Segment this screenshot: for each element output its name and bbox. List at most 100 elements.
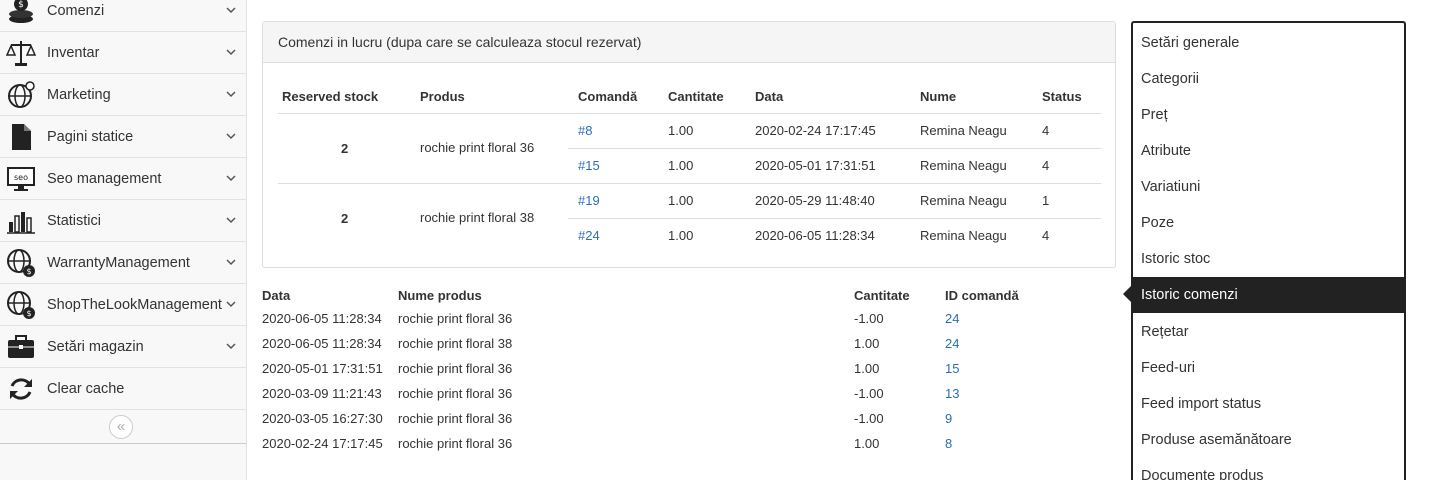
refresh-icon <box>4 372 38 406</box>
sidebar-item-clear-cache[interactable]: Clear cache <box>0 368 246 410</box>
menu-item-retetar[interactable]: Rețetar <box>1133 314 1404 350</box>
product-header: Produs <box>420 89 465 104</box>
chevron-down-icon <box>226 215 238 227</box>
globe-icon <box>4 78 38 112</box>
sidebar: $ Comenzi Inventar Marketing Pagini statice s… <box>0 0 247 480</box>
chevron-down-icon <box>226 173 238 185</box>
menu-item-istoric-comenzi[interactable]: Istoric comenzi <box>1133 277 1404 313</box>
menu-item-setari-generale[interactable]: Setări generale <box>1133 25 1404 61</box>
briefcase-icon <box>4 330 38 364</box>
menu-item-pret[interactable]: Preț <box>1133 97 1404 133</box>
row-divider <box>568 148 1101 149</box>
name-header: Nume <box>920 89 957 104</box>
history-order-id-link[interactable]: 8 <box>945 436 952 451</box>
order-link[interactable]: #8 <box>578 123 592 138</box>
history-quantity: 1.00 <box>854 436 880 451</box>
history-order-id-link[interactable]: 9 <box>945 411 952 426</box>
history-order-id-link[interactable]: 24 <box>945 311 959 326</box>
status-value: 4 <box>1042 158 1050 173</box>
quantity-value: 1.00 <box>668 158 694 173</box>
menu-item-documente-produs[interactable]: Documente produs <box>1133 458 1404 480</box>
group-divider <box>278 183 1101 184</box>
history-date: 2020-06-05 11:28:34 <box>262 311 382 326</box>
customer-name: Remina Neagu <box>920 193 1007 208</box>
sidebar-item-set-ri-magazin[interactable]: Setări magazin <box>0 326 246 368</box>
reserved-stock-value: 2 <box>341 211 349 226</box>
sidebar-item-label: WarrantyManagement <box>47 254 190 271</box>
svg-text:seo: seo <box>14 173 28 182</box>
quantity-value: 1.00 <box>668 123 694 138</box>
menu-item-feed-uri[interactable]: Feed-uri <box>1133 350 1404 386</box>
history-product: rochie print floral 36 <box>398 311 513 326</box>
svg-text:$: $ <box>26 309 31 318</box>
chevron-down-icon <box>226 5 238 17</box>
sidebar-item-label: ShopTheLookManagement <box>47 296 222 313</box>
sidebar-item-pagini-statice[interactable]: Pagini statice <box>0 116 246 158</box>
menu-item-poze[interactable]: Poze <box>1133 205 1404 241</box>
history-product: rochie print floral 36 <box>398 386 513 401</box>
reserved-stock-value: 2 <box>341 141 349 156</box>
sidebar-item-label: Comenzi <box>47 2 105 19</box>
history-order-id-link[interactable]: 24 <box>945 336 959 351</box>
chevron-down-icon <box>226 299 238 311</box>
sidebar-item-seo-management[interactable]: seo Seo management <box>0 158 246 200</box>
product-section-menu: Setări generale Categorii Preț Atribute Vari… <box>1131 21 1406 480</box>
bar-chart-icon <box>4 204 38 238</box>
reserved-stock-header: Reserved stock <box>282 89 379 104</box>
chevron-down-icon <box>226 47 238 59</box>
sidebar-item-shopthelookmanagement[interactable]: $ ShopTheLookManagement <box>0 284 246 326</box>
order-header: Comandă <box>578 89 638 104</box>
history-quantity: -1.00 <box>854 311 884 326</box>
product-name: rochie print floral 38 <box>420 210 535 225</box>
sidebar-item-label: Setări magazin <box>47 338 144 355</box>
history-date: 2020-02-24 17:17:45 <box>262 436 383 451</box>
svg-text:$: $ <box>18 0 24 10</box>
history-date: 2020-03-05 16:27:30 <box>262 411 383 426</box>
sidebar-collapse-row: « <box>0 410 246 444</box>
sidebar-item-comenzi[interactable]: $ Comenzi <box>0 0 246 32</box>
order-link[interactable]: #15 <box>578 158 600 173</box>
date-value: 2020-05-29 11:48:40 <box>755 193 875 208</box>
status-value: 4 <box>1042 228 1050 243</box>
chevron-down-icon <box>226 131 238 143</box>
history-order-id-link[interactable]: 15 <box>945 361 959 376</box>
menu-item-categorii[interactable]: Categorii <box>1133 61 1404 97</box>
sidebar-item-marketing[interactable]: Marketing <box>0 74 246 116</box>
globe-dollar-icon: $ <box>4 288 38 322</box>
menu-item-feed-import-status[interactable]: Feed import status <box>1133 386 1404 422</box>
date-value: 2020-02-24 17:17:45 <box>755 123 876 138</box>
sidebar-item-statistici[interactable]: Statistici <box>0 200 246 242</box>
order-link[interactable]: #24 <box>578 228 600 243</box>
sidebar-item-warrantymanagement[interactable]: $ WarrantyManagement <box>0 242 246 284</box>
customer-name: Remina Neagu <box>920 228 1007 243</box>
coins-icon: $ <box>4 0 38 28</box>
history-date: 2020-03-09 11:21:43 <box>262 386 382 401</box>
sidebar-item-inventar[interactable]: Inventar <box>0 32 246 74</box>
quantity-value: 1.00 <box>668 193 694 208</box>
sidebar-item-label: Statistici <box>47 212 101 229</box>
history-order-id-link[interactable]: 13 <box>945 386 959 401</box>
file-icon <box>4 120 38 154</box>
status-header: Status <box>1042 89 1082 104</box>
menu-item-variatiuni[interactable]: Variatiuni <box>1133 169 1404 205</box>
menu-item-atribute[interactable]: Atribute <box>1133 133 1404 169</box>
sidebar-item-label: Pagini statice <box>47 128 134 145</box>
order-link[interactable]: #19 <box>578 193 600 208</box>
history-product: rochie print floral 36 <box>398 411 513 426</box>
history-date: 2020-06-05 11:28:34 <box>262 336 382 351</box>
sidebar-item-label: Seo management <box>47 170 162 187</box>
sidebar-item-label: Inventar <box>47 44 100 61</box>
history-product: rochie print floral 36 <box>398 361 513 376</box>
globe-dollar-icon: $ <box>4 246 38 280</box>
date-header: Data <box>755 89 784 104</box>
reserved-orders-panel: Comenzi in lucru (dupa care se calculeaz… <box>262 21 1116 268</box>
collapse-sidebar-button[interactable]: « <box>109 415 133 439</box>
date-value: 2020-05-01 17:31:51 <box>755 158 876 173</box>
history-quantity: -1.00 <box>854 411 884 426</box>
status-value: 4 <box>1042 123 1050 138</box>
chevron-down-icon <box>226 257 238 269</box>
menu-item-produse-asemanatoare[interactable]: Produse asemănătoare <box>1133 422 1404 458</box>
menu-item-istoric-stoc[interactable]: Istoric stoc <box>1133 241 1404 277</box>
history-quantity: 1.00 <box>854 361 880 376</box>
row-divider <box>568 218 1101 219</box>
